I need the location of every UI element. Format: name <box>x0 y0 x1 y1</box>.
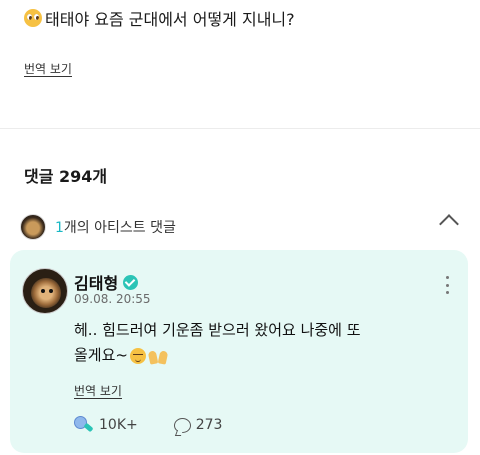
comment-line-2-text: 올게요~ <box>74 346 128 364</box>
relieved-face-emoji-icon <box>129 347 146 364</box>
artist-avatar-small <box>20 214 46 240</box>
avatar[interactable] <box>22 268 68 314</box>
more-options-icon[interactable] <box>446 276 450 294</box>
section-divider <box>0 128 480 129</box>
avatar-eye <box>49 289 53 293</box>
comments-count: 댓글 294개 <box>24 167 108 186</box>
verified-badge-icon <box>123 274 139 290</box>
artist-comment-card: 김태형 09.08. 20:55 헤.. 힘드러여 기운좀 받으러 왔어요 나중… <box>10 250 468 453</box>
raising-hands-emoji-icon <box>148 348 168 364</box>
author-name[interactable]: 김태형 <box>74 270 118 294</box>
avatar-eye <box>41 289 45 293</box>
lightstick-like-icon[interactable] <box>74 416 94 434</box>
comment-actions: 10K+ 273 <box>74 416 222 434</box>
artist-comments-text: 개의 아티스트 댓글 <box>63 220 176 236</box>
comment-body: 헤.. 힘드러여 기운좀 받으러 왔어요 나중에 또 올게요~ <box>74 318 444 368</box>
artist-comment-count: 1 <box>55 220 64 236</box>
artist-comments-toggle[interactable]: 1개의 아티스트 댓글 <box>20 212 460 242</box>
comment-translate-link[interactable]: 번역 보기 <box>74 382 122 399</box>
post-translate-link[interactable]: 번역 보기 <box>24 60 72 77</box>
post-text-content: 태태야 요즘 군대에서 어떻게 지내니? <box>45 10 295 29</box>
reply-bubble-icon[interactable] <box>173 417 191 433</box>
pleading-face-emoji-icon <box>24 9 42 27</box>
post-text: 태태야 요즘 군대에서 어떻게 지내니? <box>24 6 295 30</box>
author-row: 김태형 <box>74 270 139 294</box>
artist-comments-label: 1개의 아티스트 댓글 <box>55 217 176 237</box>
comment-line-2: 올게요~ <box>74 343 444 368</box>
like-count[interactable]: 10K+ <box>99 417 138 433</box>
comment-timestamp: 09.08. 20:55 <box>74 292 151 306</box>
avatar-dog-image <box>31 278 61 308</box>
chevron-up-icon[interactable] <box>439 214 459 234</box>
comment-line-1: 헤.. 힘드러여 기운좀 받으러 왔어요 나중에 또 <box>74 321 361 339</box>
reply-count[interactable]: 273 <box>196 417 223 433</box>
